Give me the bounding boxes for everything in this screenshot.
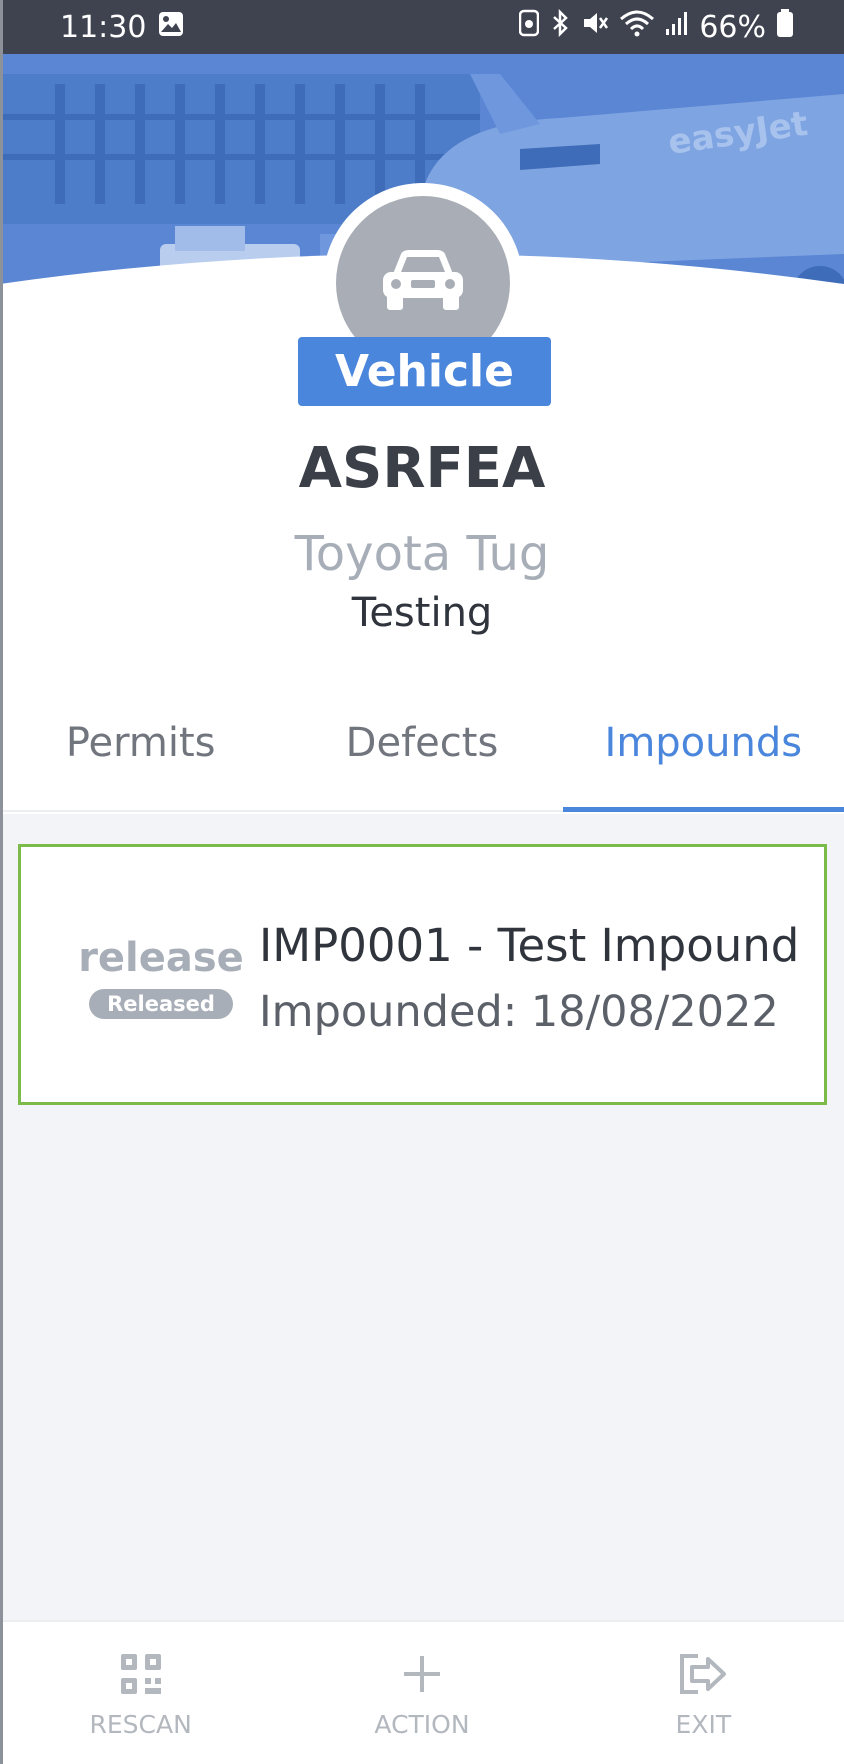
image-icon xyxy=(158,10,184,45)
battery-icon xyxy=(776,8,794,46)
rescan-button[interactable]: RESCAN xyxy=(0,1622,281,1764)
impound-title: IMP0001 - Test Impound xyxy=(259,919,800,972)
vehicle-status: Testing xyxy=(351,590,493,636)
release-column: release Released xyxy=(61,935,261,1019)
tab-bar: Permits Defects Impounds xyxy=(0,690,844,812)
exit-icon xyxy=(678,1652,728,1702)
car-icon xyxy=(379,246,467,316)
vehicle-id: ASRFEA xyxy=(298,436,546,501)
impound-date: Impounded: 18/08/2022 xyxy=(259,987,779,1037)
status-badge: Released xyxy=(89,989,233,1019)
plus-icon xyxy=(400,1652,444,1702)
exit-label: EXIT xyxy=(675,1710,732,1739)
mute-icon xyxy=(581,9,609,45)
exit-button[interactable]: EXIT xyxy=(563,1622,844,1764)
wifi-icon xyxy=(619,9,655,45)
action-button[interactable]: ACTION xyxy=(281,1622,562,1764)
rescan-label: RESCAN xyxy=(89,1710,192,1739)
entity-type-badge: Vehicle xyxy=(298,337,551,406)
status-left: 11:30 xyxy=(60,10,184,45)
tab-permits[interactable]: Permits xyxy=(0,690,281,810)
release-action-label: release xyxy=(78,935,244,981)
status-bar: 11:30 66% xyxy=(0,0,844,54)
bluetooth-icon xyxy=(549,8,571,45)
recycle-icon xyxy=(519,9,540,45)
bottom-nav: RESCAN ACTION EXIT xyxy=(0,1620,844,1764)
action-label: ACTION xyxy=(374,1710,470,1739)
battery-percent: 66% xyxy=(699,9,766,45)
tab-defects[interactable]: Defects xyxy=(281,690,562,810)
impound-card[interactable]: release Released IMP0001 - Test Impound … xyxy=(18,844,827,1105)
status-right: 66% xyxy=(519,8,794,46)
signal-icon xyxy=(665,9,689,45)
qr-code-icon xyxy=(119,1652,163,1702)
status-time: 11:30 xyxy=(60,9,147,45)
vehicle-model: Toyota Tug xyxy=(294,526,550,582)
tab-impounds[interactable]: Impounds xyxy=(562,690,844,812)
screen-edge xyxy=(0,0,3,1764)
